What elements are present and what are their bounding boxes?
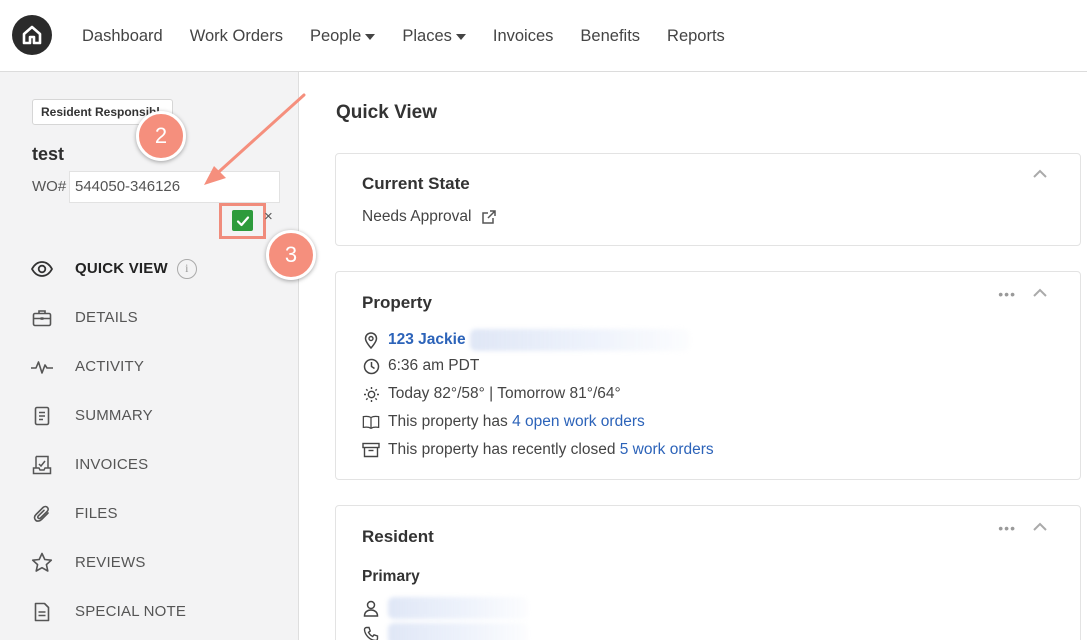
cancel-edit-icon[interactable]: × — [264, 208, 273, 225]
sun-icon — [362, 385, 380, 403]
redacted-resident-name — [388, 597, 528, 619]
nav-benefits[interactable]: Benefits — [580, 27, 640, 46]
nav-reports-label: Reports — [667, 26, 725, 45]
nav-places[interactable]: Places — [402, 27, 466, 46]
sidebar-item-label: QUICK VIEW — [75, 260, 168, 277]
current-state-card: Current State Needs Approval — [335, 153, 1081, 246]
nav-invoices[interactable]: Invoices — [493, 27, 554, 46]
caret-down-icon — [455, 34, 466, 40]
nav-dashboard[interactable]: Dashboard — [82, 27, 163, 46]
external-link-icon[interactable] — [481, 209, 497, 225]
collapse-chevron-icon[interactable] — [1032, 521, 1048, 533]
collapse-chevron-icon[interactable] — [1032, 287, 1048, 299]
open-orders-link[interactable]: 4 open work orders — [512, 413, 645, 431]
invoice-icon — [30, 453, 54, 477]
closed-orders-text: This property has recently closed — [388, 441, 620, 458]
resident-card: Resident ••• Primary — [335, 505, 1081, 640]
nav-places-label: Places — [402, 26, 452, 45]
sidebar-item-label: SUMMARY — [75, 407, 153, 424]
caret-down-icon — [365, 34, 376, 40]
sidebar-item-summary[interactable]: SUMMARY — [30, 391, 290, 440]
check-icon — [236, 215, 249, 226]
property-time-row: 6:36 am PDT — [362, 357, 479, 375]
sidebar-item-label: DETAILS — [75, 309, 138, 326]
nav-people[interactable]: People — [309, 26, 376, 46]
nav-benefits-label: Benefits — [580, 26, 641, 45]
step-2-marker: 2 — [136, 111, 186, 161]
step-3-marker: 3 — [266, 230, 316, 280]
sidebar-item-invoices[interactable]: INVOICES — [30, 440, 290, 489]
closed-orders-link[interactable]: 5 work orders — [620, 441, 714, 459]
current-state-value: Needs Approval — [362, 208, 472, 225]
nav-people-label: People — [309, 26, 362, 45]
current-state-row: Needs Approval — [362, 208, 497, 226]
clock-icon — [362, 357, 380, 375]
note-icon — [30, 600, 54, 624]
sidebar-item-files[interactable]: FILES — [30, 489, 290, 538]
card-title: Current State — [362, 174, 470, 193]
top-navbar: Dashboard Work Orders People Places Invo… — [0, 0, 1087, 72]
document-icon — [30, 404, 54, 428]
page-title: Quick View — [336, 102, 438, 123]
sidebar-item-reviews[interactable]: REVIEWS — [30, 538, 290, 587]
sidebar-item-details[interactable]: DETAILS — [30, 293, 290, 342]
home-logo-icon[interactable] — [12, 15, 52, 55]
open-orders-text: This property has — [388, 413, 513, 430]
work-order-title: test — [32, 144, 65, 164]
property-address-link[interactable]: 123 Jackie — [388, 331, 466, 349]
closed-orders-row: This property has recently closed 5 work… — [362, 441, 714, 459]
paperclip-icon — [30, 502, 54, 526]
sidebar-menu: QUICK VIEW i DETAILS ACTIVITY SUMMARY IN… — [30, 244, 290, 636]
sidebar-item-label: FILES — [75, 505, 118, 522]
briefcase-icon — [30, 306, 54, 330]
annotation-arrow-icon — [204, 93, 306, 185]
nav-work-orders-label: Work Orders — [189, 26, 283, 45]
nav-dashboard-label: Dashboard — [82, 26, 163, 45]
card-title: Property — [362, 293, 432, 312]
property-address-row: 123 Jackie — [362, 329, 690, 351]
resident-name-row — [362, 597, 528, 619]
phone-icon — [362, 625, 380, 640]
open-orders-row: This property has 4 open work orders — [362, 413, 645, 431]
sidebar-item-special-note[interactable]: SPECIAL NOTE — [30, 587, 290, 636]
property-weather: Today 82°/58° | Tomorrow 81°/64° — [388, 385, 621, 402]
sidebar-item-label: INVOICES — [75, 456, 149, 473]
more-options-icon[interactable]: ••• — [998, 286, 1016, 302]
redacted-resident-phone — [388, 623, 528, 640]
nav-menu: Dashboard Work Orders People Places Invo… — [82, 0, 725, 72]
info-icon[interactable]: i — [176, 258, 197, 279]
property-card: Property ••• 123 Jackie 6:36 am PDT Toda… — [335, 271, 1081, 480]
eye-icon — [30, 257, 54, 281]
property-weather-row: Today 82°/58° | Tomorrow 81°/64° — [362, 385, 621, 403]
sidebar-item-label: REVIEWS — [75, 554, 146, 571]
nav-reports[interactable]: Reports — [667, 27, 725, 46]
resident-phone-row — [362, 623, 528, 640]
user-icon — [362, 599, 380, 617]
archive-icon — [362, 441, 380, 459]
property-local-time: 6:36 am PDT — [388, 357, 480, 374]
more-options-icon[interactable]: ••• — [998, 520, 1016, 536]
redacted-address — [469, 329, 690, 351]
collapse-chevron-icon[interactable] — [1032, 168, 1048, 180]
sidebar-item-quick-view[interactable]: QUICK VIEW i — [30, 244, 290, 293]
card-title: Resident — [362, 527, 434, 546]
main-content: Quick View Current State Needs Approval … — [300, 72, 1087, 640]
sidebar-item-label: ACTIVITY — [75, 358, 145, 375]
activity-icon — [30, 355, 54, 379]
sidebar-item-activity[interactable]: ACTIVITY — [30, 342, 290, 391]
star-icon — [30, 551, 54, 575]
nav-invoices-label: Invoices — [492, 26, 554, 45]
location-pin-icon — [362, 331, 380, 349]
confirm-check-button[interactable] — [232, 210, 253, 231]
wo-number-label: WO# — [32, 178, 67, 195]
book-open-icon — [362, 413, 380, 431]
nav-work-orders[interactable]: Work Orders — [190, 27, 283, 46]
resident-primary-label: Primary — [362, 568, 420, 585]
sidebar-item-label: SPECIAL NOTE — [75, 603, 187, 620]
